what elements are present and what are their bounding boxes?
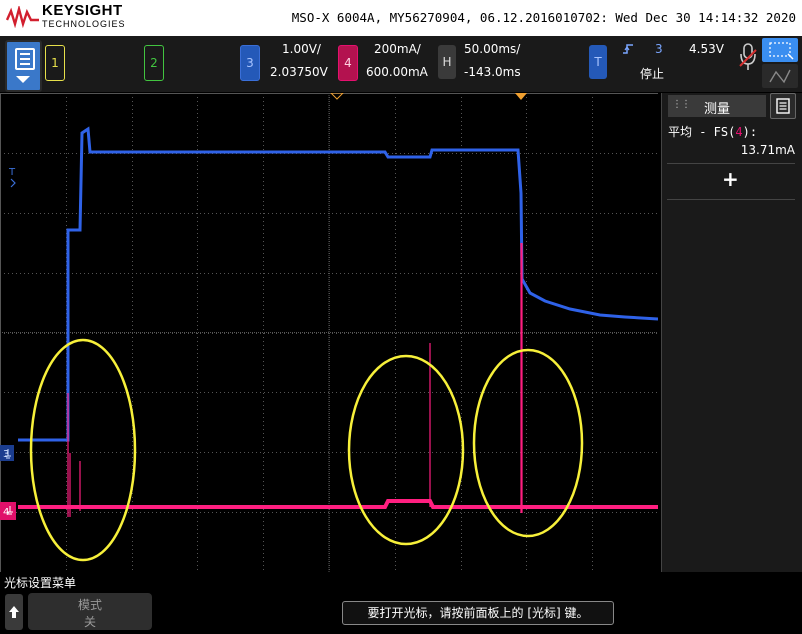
measurement-label-suffix: ): — [742, 125, 758, 139]
chevron-down-icon — [16, 76, 30, 83]
main-menu-button[interactable] — [5, 40, 42, 92]
menu-list-icon — [776, 98, 790, 114]
back-button[interactable] — [5, 594, 23, 630]
channel-3-waveform — [18, 126, 658, 442]
horizontal-timebase[interactable]: 50.00ms/ — [464, 42, 520, 56]
arrow-up-icon — [9, 606, 19, 618]
annotation-ellipse-1 — [29, 338, 137, 562]
keysight-logo-icon — [6, 6, 39, 28]
measurement-label-channel: 4 — [735, 125, 743, 139]
horizontal-delay[interactable]: -143.0ms — [464, 65, 521, 79]
channel-4-offset[interactable]: 600.00mA — [366, 65, 428, 79]
add-measurement-button[interactable]: + — [722, 167, 739, 191]
measurement-title: 测量 — [703, 102, 730, 117]
trigger-source: 3 — [655, 42, 663, 56]
channel-control-bar: 1 2 3 1.00V/ 2.03750V 4 200mA/ 600.00mA … — [0, 36, 802, 92]
edit-button[interactable] — [762, 64, 798, 88]
channel-1-button[interactable]: 1 — [45, 45, 65, 81]
brand-subtitle: TECHNOLOGIES — [42, 19, 126, 29]
measurement-label-prefix: 平均 - FS( — [668, 125, 736, 139]
channel-2-button[interactable]: 2 — [144, 45, 164, 81]
divider — [667, 199, 795, 200]
measurement-panel: ⋮⋮ 测量 平均 - FS(4): 13.71mA + — [661, 93, 802, 572]
status-message: 要打开光标，请按前面板上的 [光标] 键。 — [342, 601, 614, 625]
menu-list-icon — [15, 48, 35, 70]
zoom-box-icon — [769, 42, 794, 60]
instrument-info: MSO-X 6004A, MY56270904, 06.12.201601070… — [291, 10, 796, 25]
softkey-bar: 光标设置菜单 模式 关 要打开光标，请按前面板上的 [光标] 键。 — [0, 572, 802, 632]
channel-4-waveform — [18, 499, 658, 509]
microphone-icon[interactable] — [738, 42, 758, 74]
brand-name: KEYSIGHT — [42, 2, 123, 19]
horizontal-button[interactable]: H — [438, 45, 456, 79]
menu-title: 光标设置菜单 — [4, 576, 77, 590]
header-bar: KEYSIGHT TECHNOLOGIES MSO-X 6004A, MY562… — [0, 0, 802, 36]
measurement-tab[interactable]: ⋮⋮ 测量 — [668, 95, 766, 117]
graticule — [0, 93, 658, 572]
trigger-position-markers — [330, 93, 527, 100]
rising-edge-icon — [623, 44, 633, 54]
trigger-button[interactable]: T — [589, 45, 607, 79]
channel-3-button[interactable]: 3 — [240, 45, 260, 81]
channel-3-scale[interactable]: 1.00V/ — [282, 42, 321, 56]
zoom-select-button[interactable] — [762, 38, 798, 62]
annotation-ellipses — [29, 338, 584, 562]
mode-softkey[interactable]: 模式 关 — [28, 593, 152, 630]
mode-label: 模式 — [77, 598, 102, 612]
trigger-level-arrow-icon — [10, 178, 16, 188]
mode-value: 关 — [83, 615, 96, 629]
acquisition-status: 停止 — [640, 67, 665, 81]
channel-4-spikes — [67, 243, 523, 517]
trigger-level-marker: T — [8, 167, 16, 178]
trigger-level[interactable]: 4.53V — [689, 42, 724, 56]
measurement-value: 13.71mA — [740, 143, 795, 157]
channel-4-scale[interactable]: 200mA/ — [374, 42, 421, 56]
channel-4-button[interactable]: 4 — [338, 45, 358, 81]
waveform-grid: T 3 4 — [0, 93, 658, 572]
pen-icon — [769, 69, 791, 84]
channel-3-offset[interactable]: 2.03750V — [270, 65, 328, 79]
waveform-display[interactable]: T 3 4 — [0, 93, 658, 572]
measurement-menu-button[interactable] — [770, 93, 796, 119]
divider — [667, 163, 795, 164]
annotation-ellipse-2 — [347, 354, 465, 546]
measurement-label[interactable]: 平均 - FS(4): — [668, 123, 757, 140]
